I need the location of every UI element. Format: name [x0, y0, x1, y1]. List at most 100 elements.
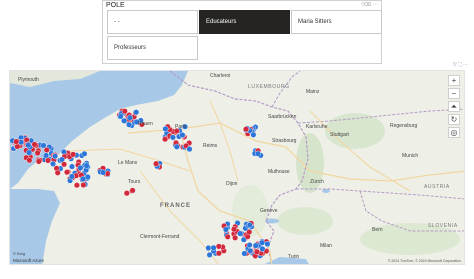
- map-bubble[interactable]: [121, 108, 128, 115]
- map-bubble[interactable]: [222, 226, 229, 233]
- map-bubble[interactable]: [259, 245, 266, 252]
- map-bubble[interactable]: [242, 126, 249, 133]
- map-bubble[interactable]: [224, 233, 231, 240]
- microsoft-azure-logo: Microsoft Azure: [13, 258, 45, 263]
- label-reims: Reims: [203, 143, 218, 149]
- map-bubble[interactable]: [205, 244, 212, 251]
- slicer-tile-educateurs[interactable]: Educateurs: [199, 10, 290, 34]
- map-bubble[interactable]: [215, 250, 222, 257]
- map-bubble[interactable]: [81, 150, 88, 157]
- pole-slicer: POLE ▽ ⌫ ··· - - Educateurs Maria Sitter…: [102, 0, 382, 64]
- map-bubble[interactable]: [64, 169, 71, 176]
- map-bubble[interactable]: [123, 190, 130, 197]
- map-bubble[interactable]: [69, 163, 76, 170]
- map-bubble[interactable]: [34, 149, 41, 156]
- label-turin: Turin: [288, 254, 300, 260]
- map-bubble[interactable]: [25, 142, 32, 149]
- map-bubble[interactable]: [83, 162, 90, 169]
- label-paris: Paris: [175, 124, 187, 130]
- map-bubble[interactable]: [254, 150, 261, 157]
- map-bubble[interactable]: [179, 132, 186, 139]
- map-bubble[interactable]: [153, 160, 160, 167]
- map-bubble[interactable]: [232, 234, 239, 241]
- map-controls: + − ⏶ ↻ ◎: [448, 75, 460, 140]
- map-bubble[interactable]: [70, 151, 77, 158]
- slicer-tile-professeurs[interactable]: Professeurs: [107, 36, 198, 60]
- eraser-icon[interactable]: ⌫: [364, 2, 371, 8]
- map-bubble[interactable]: [241, 250, 248, 257]
- label-charleroi: Charleroi: [210, 73, 231, 79]
- map-canvas: [10, 71, 464, 264]
- map-bubble[interactable]: [43, 152, 50, 159]
- map-bubble[interactable]: [133, 109, 140, 116]
- map-bubble[interactable]: [215, 243, 222, 250]
- map-bubble[interactable]: [264, 240, 271, 247]
- map-bubble[interactable]: [121, 117, 128, 124]
- map-bubble[interactable]: [247, 247, 254, 254]
- map-bubble[interactable]: [26, 149, 33, 156]
- rotate-icon[interactable]: ↻: [448, 114, 460, 125]
- map-bubble[interactable]: [126, 114, 133, 121]
- map-bubble[interactable]: [126, 121, 133, 128]
- map-bubble[interactable]: [246, 221, 253, 228]
- map-bubble[interactable]: [252, 242, 259, 249]
- bing-logo: © Bing: [13, 251, 26, 256]
- zoom-out-icon[interactable]: −: [448, 88, 460, 99]
- map-bubble[interactable]: [253, 248, 260, 255]
- map-bubble[interactable]: [210, 244, 217, 251]
- map-bubble[interactable]: [186, 146, 193, 153]
- map-bubble[interactable]: [45, 157, 52, 164]
- more-options-icon[interactable]: ···: [373, 2, 378, 8]
- map-bubble[interactable]: [259, 239, 266, 246]
- label-saarbrucken: Saarbrücken: [268, 114, 297, 120]
- map-bubble[interactable]: [230, 226, 237, 233]
- label-zurich: Zürich: [310, 179, 324, 185]
- label-luxembourg: LUXEMBOURG: [248, 84, 290, 90]
- map-bubble[interactable]: [35, 158, 42, 165]
- map-bubble[interactable]: [50, 160, 57, 167]
- map-bubble[interactable]: [52, 153, 59, 160]
- label-tours: Tours: [128, 179, 141, 185]
- map-bubble[interactable]: [162, 125, 169, 132]
- map-bubble[interactable]: [169, 134, 176, 141]
- map-bubble[interactable]: [173, 143, 180, 150]
- label-austria: AUSTRIA: [424, 184, 450, 190]
- map-bubble[interactable]: [14, 143, 21, 150]
- map-bubble[interactable]: [26, 157, 33, 164]
- map-bubble[interactable]: [206, 251, 213, 258]
- map-bubble[interactable]: [80, 175, 87, 182]
- label-mainz: Mainz: [306, 89, 320, 95]
- label-rouen: Rouen: [138, 121, 153, 127]
- label-strasbourg: Strasbourg: [272, 138, 297, 144]
- map-bubble[interactable]: [100, 169, 107, 176]
- slicer-tile-maria-sitters[interactable]: Maria Sitters: [291, 10, 382, 34]
- visual-header-icons[interactable]: ▽ ⛶ ···: [453, 62, 468, 68]
- label-slovenia: SLOVENIA: [428, 223, 458, 229]
- map-bubble[interactable]: [13, 138, 20, 145]
- map-bubble[interactable]: [162, 136, 169, 143]
- map-bubble[interactable]: [31, 141, 38, 148]
- slicer-tile-dash[interactable]: - -: [107, 10, 198, 34]
- map-bubble[interactable]: [43, 146, 50, 153]
- map-attribution: © 2024 TomTom, © 2024 Microsoft Corporat…: [387, 259, 461, 263]
- map-bubble[interactable]: [54, 169, 61, 176]
- label-munich: Munich: [402, 153, 419, 159]
- label-dijon: Dijon: [226, 181, 238, 187]
- map-bubble[interactable]: [68, 173, 75, 180]
- map-bubble[interactable]: [77, 164, 84, 171]
- map-bubble[interactable]: [129, 187, 136, 194]
- label-france: FRANCE: [160, 203, 191, 209]
- map-bubble[interactable]: [80, 181, 87, 188]
- zoom-in-icon[interactable]: +: [448, 75, 460, 86]
- tilt-icon[interactable]: ⏶: [448, 101, 460, 112]
- map-bubble[interactable]: [61, 161, 68, 168]
- map-visual[interactable]: Plymouth Charleroi LUXEMBOURG Mainz Saar…: [9, 70, 465, 265]
- map-bubble[interactable]: [73, 182, 80, 189]
- locate-icon[interactable]: ◎: [448, 127, 460, 138]
- label-plymouth: Plymouth: [18, 77, 39, 83]
- map-bubble[interactable]: [237, 230, 244, 237]
- label-le-mans: Le Mans: [118, 160, 138, 166]
- map-bubble[interactable]: [246, 241, 253, 248]
- label-regensburg: Regensburg: [390, 123, 418, 129]
- label-geneva: Genève: [260, 208, 278, 214]
